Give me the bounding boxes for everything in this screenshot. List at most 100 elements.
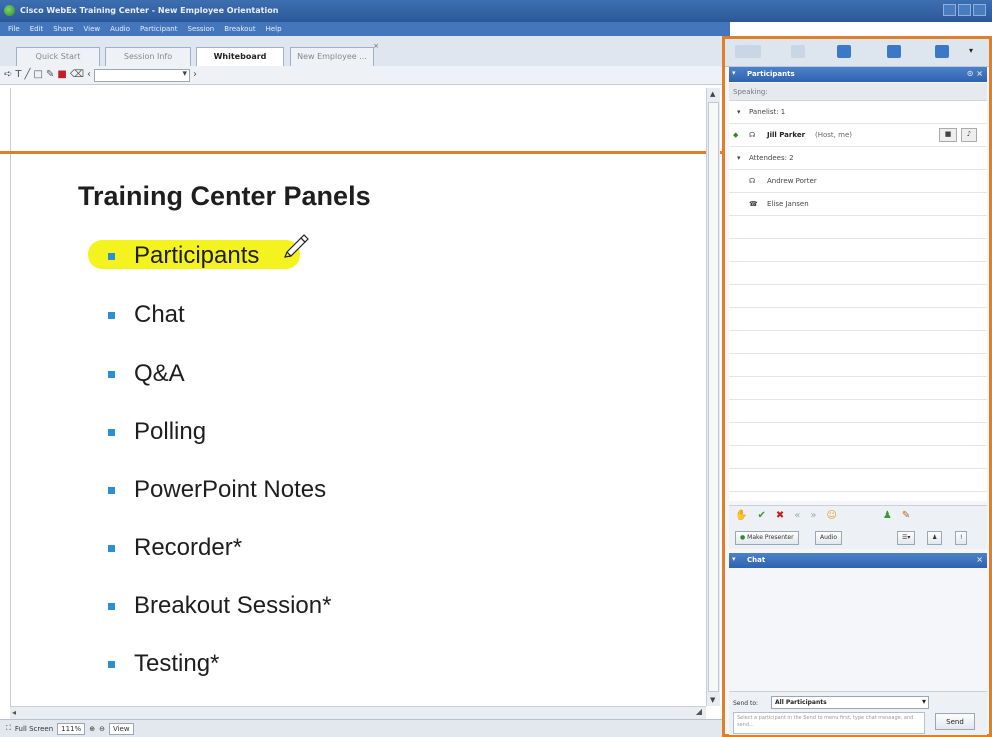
empty-row (729, 377, 987, 400)
host-name: Jill Parker (767, 131, 806, 139)
scroll-thumb[interactable] (708, 102, 719, 692)
menu-view[interactable]: View (83, 25, 100, 33)
bullet-text: Chat (134, 301, 185, 328)
send-to-select[interactable]: All Participants (771, 696, 929, 709)
webex-logo-icon (4, 5, 15, 16)
collapse-arrow-icon[interactable]: ▾ (732, 69, 736, 77)
annotate-icon[interactable]: ✎ (902, 510, 910, 521)
menu-file[interactable]: File (8, 25, 20, 33)
notes-panel-toggle-icon[interactable] (837, 45, 851, 58)
bullet-text: Q&A (134, 360, 185, 387)
vertical-scrollbar[interactable]: ▲ ▼ (706, 88, 720, 706)
participants-panel-toggle-icon[interactable] (735, 45, 761, 58)
minimize-icon[interactable] (943, 4, 956, 16)
expand-arrow-icon[interactable]: ▾ (737, 108, 741, 116)
panelist-group-row[interactable]: ▾ Panelist: 1 (729, 101, 987, 124)
attendees-group-row[interactable]: ▾ Attendees: 2 (729, 147, 987, 170)
maximize-icon[interactable] (958, 4, 971, 16)
menu-edit[interactable]: Edit (30, 25, 44, 33)
chat-panel-header[interactable]: ▾ Chat × (729, 553, 987, 568)
scroll-left-icon[interactable]: ◂ (12, 708, 16, 717)
microphone-icon[interactable]: ♪ (961, 128, 977, 142)
zoom-select[interactable]: 111% (57, 722, 86, 735)
chat-panel-toggle-icon[interactable] (791, 45, 805, 58)
bullet-participants: Participants (108, 242, 259, 270)
make-presenter-button[interactable]: ● Make Presenter (735, 531, 799, 545)
tab-quick-start[interactable]: Quick Start (16, 47, 100, 66)
menu-participant[interactable]: Participant (140, 25, 177, 33)
line-tool-icon[interactable]: ╱ (25, 70, 31, 80)
bullet-square-icon (108, 370, 115, 378)
polling-panel-toggle-icon[interactable] (935, 45, 949, 58)
participant-row[interactable]: ☎ Elise Jansen (729, 193, 987, 216)
bullet-text: Testing* (134, 650, 220, 677)
video-camera-icon[interactable]: ■ (939, 128, 957, 142)
add-participant-button[interactable]: ♟ (927, 531, 943, 545)
resize-grip-icon[interactable]: ◢ (696, 707, 702, 716)
text-tool-icon[interactable]: T (15, 70, 21, 80)
participant-row-host[interactable]: ◆ ☊ Jill Parker (Host, me) ■ ♪ (729, 124, 987, 147)
audio-button[interactable]: Audio (815, 531, 843, 545)
previous-page-icon[interactable]: ‹ (87, 70, 91, 80)
menu-share[interactable]: Share (53, 25, 73, 33)
empty-row (729, 239, 987, 262)
feedback-icons-row: ✋ ✔ ✖ « » ☺ ♟ ✎ (735, 510, 910, 521)
zoom-in-icon[interactable]: ⊕ (89, 725, 95, 733)
pointer-tool-icon[interactable]: ➪ (4, 70, 12, 80)
highlighter-tool-icon[interactable]: ✎ (46, 70, 54, 80)
make-presenter-label: Make Presenter (747, 534, 794, 541)
bullet-recorder: Recorder* (108, 534, 242, 562)
empty-row (729, 308, 987, 331)
qa-panel-toggle-icon[interactable] (887, 45, 901, 58)
participants-panel-header[interactable]: ▾ Participants ⊙ × (729, 67, 987, 82)
close-icon[interactable] (973, 4, 986, 16)
alert-button[interactable]: ! (955, 531, 968, 545)
send-button[interactable]: Send (935, 713, 975, 730)
chat-compose-area: Send to: All Participants Select a parti… (729, 691, 987, 735)
empty-row (729, 446, 987, 469)
attendees-group-label: Attendees: 2 (749, 154, 794, 162)
bullet-square-icon (108, 602, 115, 610)
scroll-down-icon[interactable]: ▼ (710, 696, 715, 704)
phone-icon: ☎ (749, 200, 758, 208)
font-select[interactable] (93, 68, 190, 82)
menu-audio[interactable]: Audio (110, 25, 130, 33)
bullet-square-icon (108, 311, 115, 319)
go-slower-icon[interactable]: « (794, 510, 800, 521)
next-page-icon[interactable]: › (193, 70, 197, 80)
participant-actions-bar: ✋ ✔ ✖ « » ☺ ♟ ✎ ● Make Presenter Audio ☰… (729, 505, 987, 549)
go-faster-icon[interactable]: » (810, 510, 816, 521)
bullet-square-icon (108, 544, 115, 552)
rectangle-tool-icon[interactable]: □ (34, 70, 43, 80)
menu-session[interactable]: Session (188, 25, 215, 33)
tab-session-info[interactable]: Session Info (105, 47, 191, 66)
zoom-out-icon[interactable]: ⊖ (99, 725, 105, 733)
emoticon-icon[interactable]: ☺ (826, 510, 836, 521)
menu-help[interactable]: Help (266, 25, 282, 33)
expand-arrow-icon[interactable]: ▾ (737, 154, 741, 162)
color-picker-icon[interactable]: ■ (57, 70, 66, 80)
chat-input[interactable]: Select a participant in the Send to menu… (733, 712, 925, 734)
assign-privileges-icon[interactable]: ♟ (883, 510, 892, 521)
tab-whiteboard[interactable]: Whiteboard (196, 47, 284, 67)
no-cross-icon[interactable]: ✖ (776, 510, 784, 521)
tab-new-employee[interactable]: New Employee ... × (290, 42, 379, 66)
yes-check-icon[interactable]: ✔ (757, 510, 765, 521)
title-bar: Cisco WebEx Training Center - New Employ… (0, 0, 992, 22)
eraser-tool-icon[interactable]: ⌫ (70, 70, 84, 80)
horizontal-scrollbar[interactable]: ◂ ◢ (10, 706, 706, 719)
menu-breakout[interactable]: Breakout (224, 25, 255, 33)
panel-close-icon[interactable]: ⊙ × (967, 69, 983, 78)
participant-row[interactable]: ☊ Andrew Porter (729, 170, 987, 193)
list-view-button[interactable]: ☰▾ (897, 531, 916, 545)
scroll-up-icon[interactable]: ▲ (710, 90, 715, 98)
headset-icon: ☊ (749, 177, 756, 185)
view-menu-button[interactable]: View (108, 722, 134, 735)
full-screen-button[interactable]: Full Screen (15, 725, 53, 733)
full-screen-icon[interactable]: ⛶ (6, 724, 11, 733)
raise-hand-icon[interactable]: ✋ (735, 510, 747, 521)
panel-options-icon[interactable]: ▾ (969, 46, 973, 55)
panel-close-icon[interactable]: × (976, 555, 983, 564)
collapse-arrow-icon[interactable]: ▾ (732, 555, 736, 563)
close-tab-icon[interactable]: × (373, 42, 379, 50)
